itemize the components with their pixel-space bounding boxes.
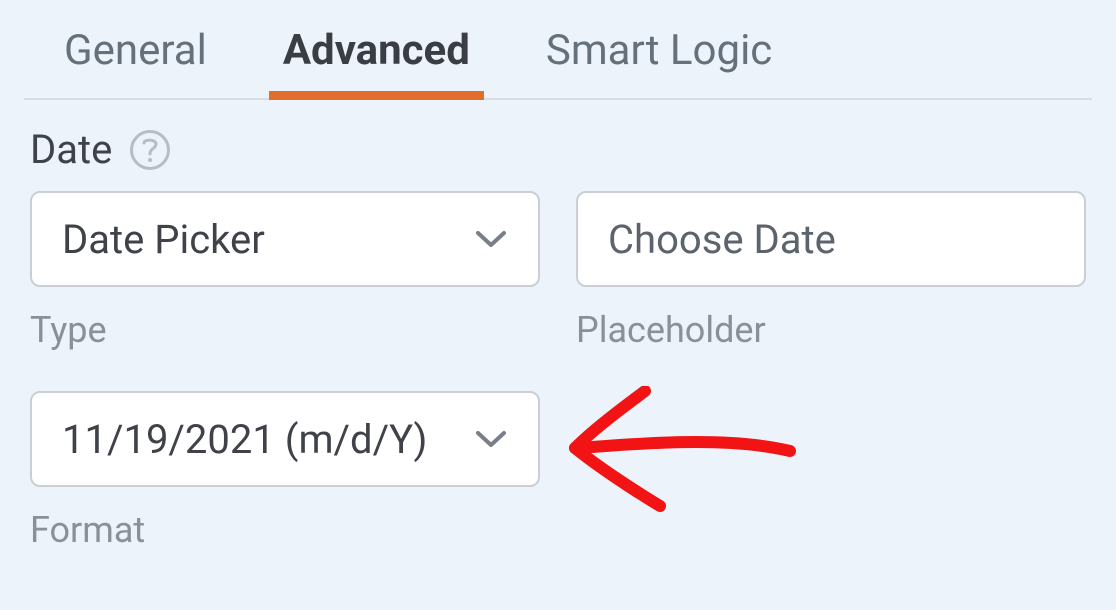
- type-select-value: Date Picker: [62, 216, 265, 263]
- placeholder-input-value: Choose Date: [608, 216, 836, 263]
- format-label: Format: [30, 501, 540, 551]
- placeholder-input[interactable]: Choose Date: [576, 191, 1086, 287]
- tab-advanced[interactable]: Advanced: [279, 26, 474, 98]
- chevron-down-icon: [474, 222, 508, 256]
- type-select[interactable]: Date Picker: [30, 191, 540, 287]
- section-title: Date: [30, 126, 112, 173]
- placeholder-label: Placeholder: [576, 301, 1086, 351]
- format-select-value: 11/19/2021 (m/d/Y): [62, 416, 427, 463]
- tab-smart-logic[interactable]: Smart Logic: [542, 26, 776, 98]
- help-icon[interactable]: [130, 130, 170, 170]
- format-select[interactable]: 11/19/2021 (m/d/Y): [30, 391, 540, 487]
- tab-general[interactable]: General: [60, 26, 211, 98]
- chevron-down-icon: [474, 422, 508, 456]
- section-header-date: Date: [24, 100, 1092, 191]
- tabs-bar: General Advanced Smart Logic: [24, 0, 1092, 100]
- type-label: Type: [30, 301, 540, 351]
